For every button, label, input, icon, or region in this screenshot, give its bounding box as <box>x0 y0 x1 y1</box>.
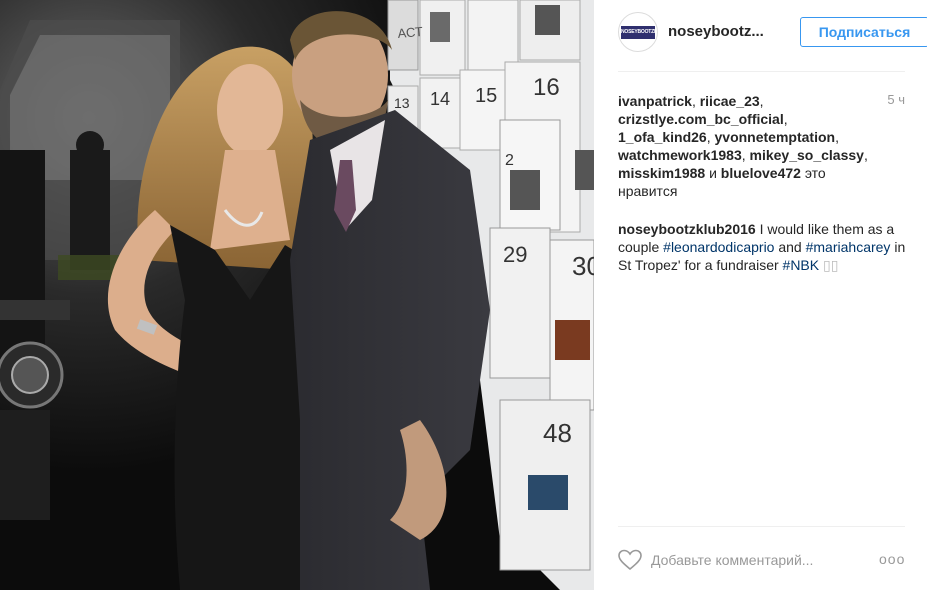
like-user-link[interactable]: 1_ofa_kind26 <box>618 129 707 145</box>
photo-image: АСТ 13 14 15 16 2 29 30 48 <box>0 0 594 590</box>
caption-username-link[interactable]: noseybootzklub2016 <box>618 221 756 237</box>
username-link[interactable]: noseybootz... <box>668 23 786 40</box>
like-user-link[interactable]: ivanpatrick <box>618 93 692 109</box>
board-number: 48 <box>543 418 572 448</box>
like-user-link[interactable]: watchmework1983 <box>618 147 742 163</box>
board-number: 15 <box>475 85 497 107</box>
hashtag-link[interactable]: #NBK <box>783 257 820 273</box>
board-number: 16 <box>533 74 560 101</box>
board-number: 30 <box>572 251 594 281</box>
post-footer: ooo <box>618 526 905 590</box>
post-caption: noseybootzklub2016 I would like them as … <box>618 220 908 274</box>
like-user-link[interactable]: crizstlye.com_bc_official <box>618 111 784 127</box>
post-timestamp[interactable]: 5 ч <box>887 92 905 107</box>
likes-and-word: и <box>709 165 717 181</box>
likes-list: ivanpatrick, riicae_23, crizstlye.com_bc… <box>618 93 868 199</box>
like-user-link[interactable]: yvonnetemptation <box>715 129 836 145</box>
post-sidebar: NOSEYBOOTZKLUB noseybootz... Подписаться… <box>594 0 927 590</box>
board-number: 14 <box>430 89 450 109</box>
board-number: 2 <box>505 152 514 169</box>
board-number: АСТ <box>397 24 424 41</box>
avatar[interactable]: NOSEYBOOTZKLUB <box>618 12 658 52</box>
instagram-post: АСТ 13 14 15 16 2 29 30 48 NOSEYBOOTZ no… <box>0 0 927 590</box>
heart-icon[interactable] <box>618 549 642 571</box>
follow-button[interactable]: Подписаться <box>800 17 927 47</box>
like-user-link[interactable]: mikey_so_classy <box>750 147 864 163</box>
like-user-link[interactable]: riicae_23 <box>700 93 760 109</box>
comment-input[interactable] <box>651 549 871 571</box>
board-number: 13 <box>394 95 410 111</box>
hashtag-link[interactable]: #leonardodicaprio <box>663 239 774 255</box>
like-user-link[interactable]: bluelove472 <box>721 165 801 181</box>
hashtag-link[interactable]: #mariahcarey <box>806 239 891 255</box>
caption-emoji: ▯▯ <box>823 257 839 273</box>
post-photo[interactable]: АСТ 13 14 15 16 2 29 30 48 <box>0 0 594 590</box>
post-header: NOSEYBOOTZKLUB noseybootz... Подписаться <box>618 0 927 72</box>
board-number: 29 <box>503 242 527 267</box>
caption-text: and <box>778 239 802 255</box>
more-options-icon[interactable]: ooo <box>879 549 905 571</box>
like-user-link[interactable]: misskim1988 <box>618 165 705 181</box>
avatar-logo-text: NOSEYBOOTZKLUB <box>621 26 655 39</box>
